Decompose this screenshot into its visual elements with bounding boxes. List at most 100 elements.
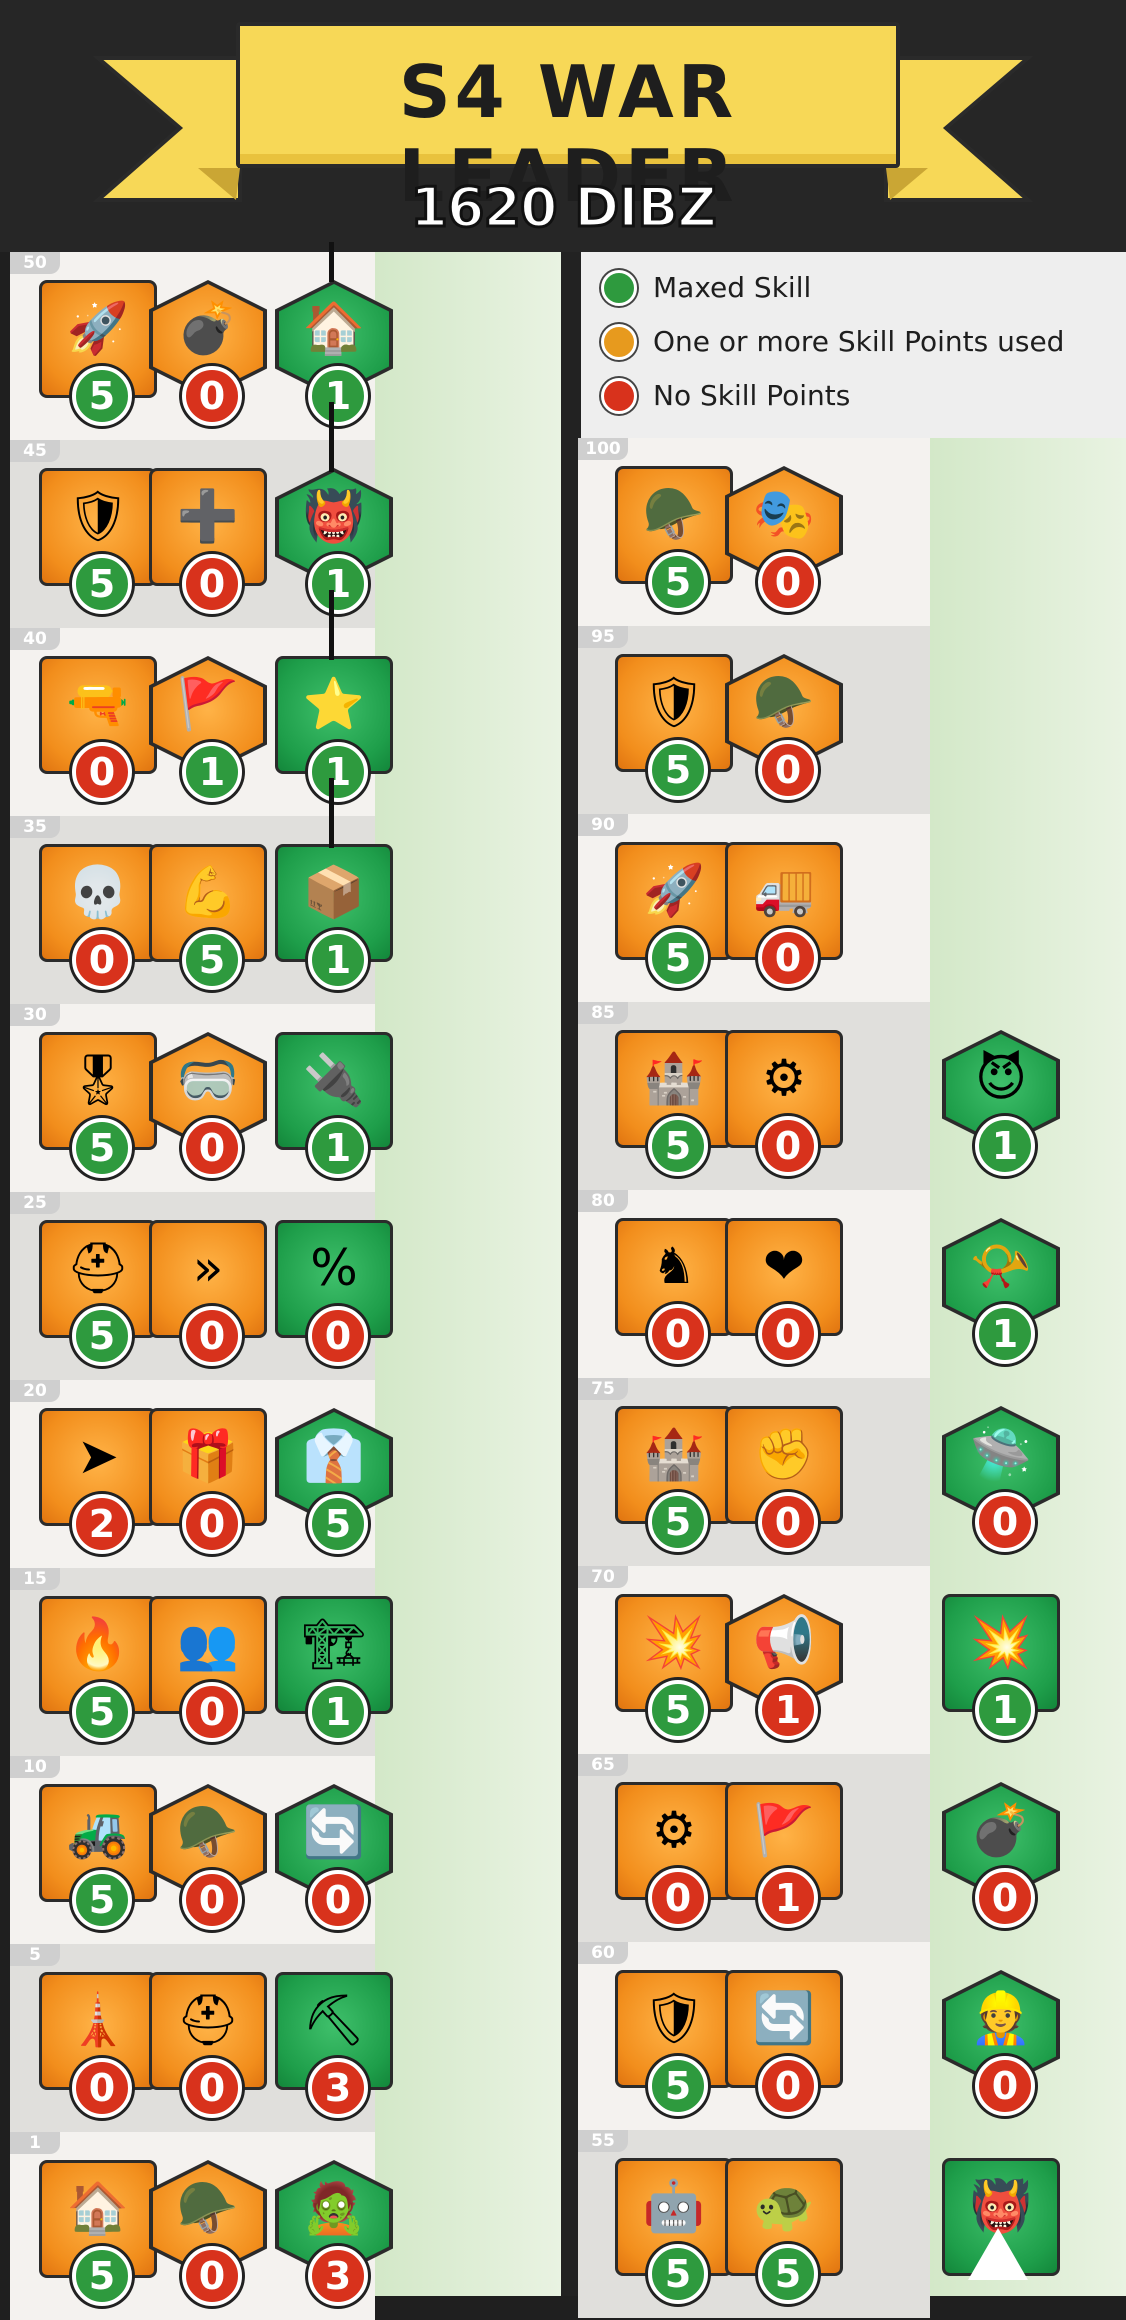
dibz-cost: 1620 DIBZ: [409, 175, 718, 241]
skill-node[interactable]: 🗼 0: [39, 1972, 157, 2122]
skill-node[interactable]: 🎁 0: [149, 1408, 267, 1558]
speed-chevron-icon: »: [192, 1239, 224, 1297]
level-label: 25: [10, 1192, 60, 1214]
level-label: 15: [10, 1568, 60, 1590]
skill-node[interactable]: 🛸 0: [942, 1406, 1060, 1556]
skill-node[interactable]: 📢 1: [725, 1594, 843, 1744]
skill-node[interactable]: 🚚 0: [725, 842, 843, 992]
skill-node[interactable]: ⛑ 5: [39, 1220, 157, 1370]
skill-node[interactable]: 🏗 1: [275, 1596, 393, 1746]
skill-node[interactable]: 🪖 0: [725, 654, 843, 804]
level-label: 80: [578, 1190, 628, 1212]
skill-node[interactable]: 📯 1: [942, 1218, 1060, 1368]
building-refresh-icon: 🏗: [302, 1615, 366, 1673]
pickaxe-exp-icon: ⛏: [302, 1991, 366, 2049]
trooper-refresh-icon: 🔄: [752, 1989, 816, 2047]
skill-node[interactable]: 🏠 5: [39, 2160, 157, 2310]
skill-points-badge: 5: [648, 2244, 708, 2304]
skill-node[interactable]: 📦 1: [275, 844, 393, 994]
skill-node[interactable]: 💀 0: [39, 844, 157, 994]
header: S4 WAR LEADER 1620 DIBZ: [0, 0, 1126, 252]
skill-node[interactable]: 🔄 0: [275, 1784, 393, 1934]
skill-points-badge: 0: [758, 1116, 818, 1176]
skill-node[interactable]: ⭐ 1: [275, 656, 393, 806]
skill-points-badge: 5: [758, 2244, 818, 2304]
skill-node[interactable]: 🔫 0: [39, 656, 157, 806]
skill-node[interactable]: 🏰 5: [615, 1406, 733, 1556]
skill-node[interactable]: ⚙ 0: [725, 1030, 843, 1180]
skill-node[interactable]: ❤ 0: [725, 1218, 843, 1368]
skill-node[interactable]: ✊ 0: [725, 1406, 843, 1556]
skill-node[interactable]: 🚀 5: [615, 842, 733, 992]
heart-plus-icon: ❤: [763, 1237, 805, 1295]
exp-plug-icon: 🔌: [302, 1051, 366, 1109]
medic-helmet-icon: 🪖: [176, 2179, 240, 2237]
shield-gear-icon: 🛡: [66, 487, 130, 545]
skill-node[interactable]: 🔌 1: [275, 1032, 393, 1182]
skill-points-badge: 0: [308, 1306, 368, 1366]
skill-node[interactable]: 🎭 0: [725, 466, 843, 616]
skill-node[interactable]: 🤖 5: [615, 2158, 733, 2308]
skill-node[interactable]: 💪 5: [149, 844, 267, 994]
skill-node[interactable]: 💥 5: [615, 1594, 733, 1744]
skill-node[interactable]: ⛏ 3: [275, 1972, 393, 2122]
skill-node[interactable]: 🛡 5: [615, 1970, 733, 2120]
skill-node[interactable]: ⚙ 0: [615, 1782, 733, 1932]
skill-node[interactable]: 💣 0: [149, 280, 267, 430]
skill-node[interactable]: » 0: [149, 1220, 267, 1370]
skill-points-badge: 5: [72, 1870, 132, 1930]
skill-node[interactable]: 👥 0: [149, 1596, 267, 1746]
skill-node[interactable]: 🔄 0: [725, 1970, 843, 2120]
skill-node[interactable]: 🪖 0: [149, 2160, 267, 2310]
skill-points-badge: 0: [182, 554, 242, 614]
helmet-rank-icon: 🪖: [752, 673, 816, 731]
skill-node[interactable]: 👷 0: [942, 1970, 1060, 2120]
skill-points-badge: 0: [975, 2056, 1035, 2116]
rocket-rank-icon: 🚀: [642, 861, 706, 919]
skill-points-badge: 0: [308, 1870, 368, 1930]
fist-arrow-icon: ✊: [752, 1425, 816, 1483]
skill-node[interactable]: 🚩 1: [725, 1782, 843, 1932]
skill-node[interactable]: 🪖 0: [149, 1784, 267, 1934]
turret-boost-icon: 🏰: [642, 1049, 706, 1107]
skill-points-badge: 2: [72, 1494, 132, 1554]
skill-node[interactable]: ➤ 2: [39, 1408, 157, 1558]
skill-node[interactable]: 🎖 5: [39, 1032, 157, 1182]
left-skill-tree: 50 🚀 5 💣 0 🏠 1 45 🛡 5 ➕ 0 👹 1 40 🔫 0 🚩 1 ⭐ 1 35 💀 0 💪 5 📦 1 30 🎖 5 🥽 0 🔌 1…: [10, 242, 561, 2320]
skill-node[interactable]: 🏰 5: [615, 1030, 733, 1180]
turtle-exp-icon: 🐢: [752, 2177, 816, 2235]
skill-node[interactable]: 🛡 5: [615, 654, 733, 804]
skill-node[interactable]: 💥 1: [942, 1594, 1060, 1744]
skill-node[interactable]: 💣 0: [942, 1782, 1060, 1932]
skill-node[interactable]: ♞ 0: [615, 1218, 733, 1368]
skill-points-badge: 1: [975, 1680, 1035, 1740]
twin-troopers-icon: 👥: [176, 1615, 240, 1673]
skill-node[interactable]: 🪖 5: [615, 466, 733, 616]
skill-points-badge: 0: [72, 930, 132, 990]
skill-node[interactable]: 🧟 3: [275, 2160, 393, 2310]
skill-points-badge: 5: [648, 1116, 708, 1176]
skill-node[interactable]: % 0: [275, 1220, 393, 1370]
skill-node[interactable]: ⛑ 0: [149, 1972, 267, 2122]
skill-node[interactable]: 🚀 5: [39, 280, 157, 430]
panel-divider: [561, 252, 578, 2296]
house-icon: 🏠: [66, 2179, 130, 2237]
level-label: 5: [10, 1944, 60, 1966]
skill-points-badge: 0: [758, 1492, 818, 1552]
skill-node[interactable]: ➕ 0: [149, 468, 267, 618]
skill-points-badge: 1: [975, 1304, 1035, 1364]
skill-node[interactable]: 🥽 0: [149, 1032, 267, 1182]
level-label: 50: [10, 252, 60, 274]
skill-node[interactable]: 😈 1: [942, 1030, 1060, 1180]
skill-node[interactable]: 🐢 5: [725, 2158, 843, 2308]
skill-node[interactable]: 🚩 1: [149, 656, 267, 806]
skill-node[interactable]: 🛡 5: [39, 468, 157, 618]
skill-node[interactable]: 🚜 5: [39, 1784, 157, 1934]
skill-connector: [329, 778, 334, 848]
skill-node[interactable]: 👔 5: [275, 1408, 393, 1558]
skill-node[interactable]: 🏠 1: [275, 280, 393, 430]
skill-points-badge: 5: [72, 366, 132, 426]
skill-points-badge: 0: [975, 1492, 1035, 1552]
skill-node[interactable]: 👹 1: [275, 468, 393, 618]
skill-node[interactable]: 🔥 5: [39, 1596, 157, 1746]
